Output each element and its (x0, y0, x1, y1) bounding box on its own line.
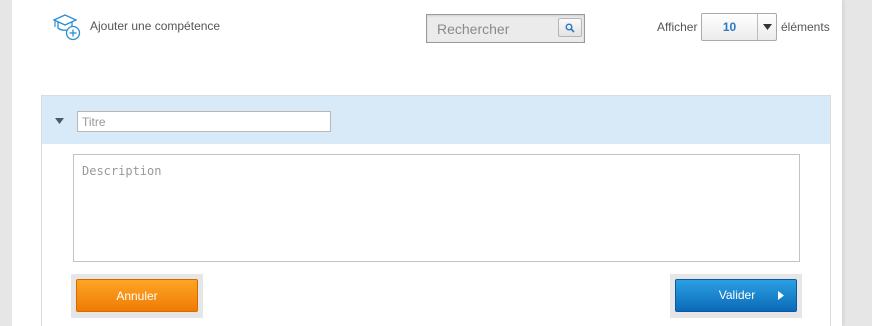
title-input[interactable] (77, 111, 331, 132)
add-skill-label: Ajouter une compétence (90, 19, 221, 33)
per-page-select[interactable]: 10 (701, 13, 777, 41)
description-textarea[interactable] (73, 154, 800, 262)
graduation-cap-add-icon (52, 14, 81, 41)
main-panel: Ajouter une compétence Afficher 10 éléme… (12, 0, 842, 326)
cancel-button[interactable]: Annuler (76, 279, 198, 312)
per-page-value: 10 (722, 20, 737, 34)
collapse-caret-icon[interactable] (54, 116, 66, 126)
chevron-down-icon[interactable] (757, 14, 777, 40)
skill-form: Annuler Valider (41, 95, 831, 326)
form-header (42, 96, 830, 144)
elements-label: éléments (781, 20, 830, 34)
cancel-button-frame: Annuler (71, 274, 203, 318)
add-skill-button[interactable]: Ajouter une compétence (52, 12, 220, 42)
validate-button[interactable]: Valider (675, 279, 797, 312)
show-label: Afficher (657, 20, 698, 34)
cancel-label: Annuler (116, 288, 158, 303)
magnifier-icon (565, 23, 575, 33)
search-button[interactable] (558, 18, 582, 37)
search-input[interactable] (427, 15, 555, 42)
validate-button-frame: Valider (670, 274, 802, 318)
chevron-right-icon (778, 291, 784, 300)
search-box (426, 14, 585, 43)
